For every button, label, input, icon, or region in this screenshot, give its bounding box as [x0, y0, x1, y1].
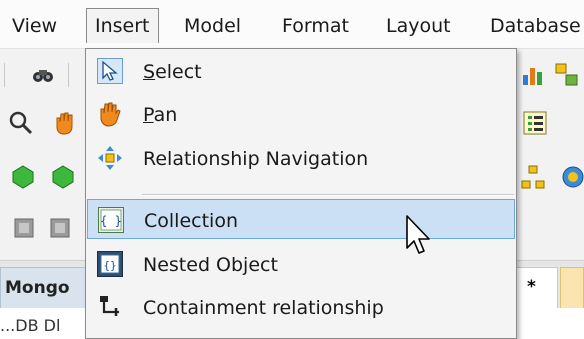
toolbar-separator [4, 63, 5, 87]
tab-mongo-label: Mongo [5, 278, 70, 298]
insert-dropdown-menu: Select Pan Relationship Navigation { } C… [85, 48, 517, 339]
menubar: View Insert Model Format Layout Database [0, 0, 584, 49]
menu-item-select[interactable]: Select [87, 51, 515, 91]
svg-text:{}: {} [103, 259, 116, 272]
gray-table-icon[interactable] [12, 216, 38, 242]
zoom-icon[interactable] [8, 110, 34, 136]
hand-icon[interactable] [52, 110, 78, 136]
globe-icon[interactable] [560, 164, 584, 190]
menu-item-collection[interactable]: { } Collection [87, 199, 515, 239]
tab-mongo[interactable]: Mongo [0, 267, 88, 309]
menu-insert[interactable]: Insert [86, 8, 159, 43]
navigation-arrows-icon [98, 146, 122, 170]
menu-database[interactable]: Database [490, 12, 581, 40]
menu-format-label: Format [282, 15, 349, 37]
menu-model-label: Model [184, 15, 242, 37]
svg-text:{ }: { } [100, 214, 122, 228]
tab-modified[interactable]: * [512, 267, 558, 309]
tab-extra[interactable] [560, 267, 584, 309]
green-hexagon-icon[interactable] [10, 164, 36, 190]
menu-item-relationship-navigation-label: Relationship Navigation [143, 148, 369, 170]
menu-item-nested-object[interactable]: {} Nested Object [87, 244, 515, 284]
menu-separator [142, 194, 514, 196]
diagram-icon[interactable] [554, 62, 580, 88]
binoculars-icon[interactable] [30, 62, 56, 88]
hierarchy-icon[interactable] [520, 164, 546, 190]
list-icon[interactable] [522, 110, 548, 136]
select-arrow-icon [97, 58, 123, 84]
menu-view[interactable]: View [12, 12, 57, 40]
nested-object-icon: {} [97, 251, 123, 277]
green-hexagon-icon[interactable] [50, 164, 76, 190]
menu-item-relationship-navigation[interactable]: Relationship Navigation [87, 138, 515, 178]
menu-insert-label: Insert [95, 15, 150, 37]
menu-item-containment-relationship[interactable]: Containment relationship [87, 287, 515, 327]
status-text: ...DB Dl [0, 316, 61, 335]
pan-label-rest: an [153, 104, 178, 126]
menu-layout-label: Layout [386, 15, 451, 37]
chart-icon[interactable] [520, 62, 546, 88]
pan-accelerator: P [143, 104, 154, 126]
tab-modified-label: * [527, 277, 536, 297]
menu-model[interactable]: Model [184, 12, 241, 40]
collection-braces-icon: { } [98, 207, 124, 233]
menu-view-label: View [12, 15, 58, 37]
mouse-pointer-icon [406, 215, 430, 254]
menu-layout[interactable]: Layout [386, 12, 451, 40]
menu-item-collection-label: Collection [144, 210, 238, 232]
menu-database-label: Database [490, 15, 581, 37]
menu-item-pan-label: Pan [143, 104, 177, 126]
hand-pan-icon [100, 102, 121, 127]
menu-item-nested-object-label: Nested Object [143, 254, 278, 276]
select-label-rest: elect [155, 61, 202, 83]
gray-table-icon[interactable] [48, 216, 74, 242]
menu-item-containment-relationship-label: Containment relationship [143, 297, 384, 319]
containment-relationship-icon [100, 296, 119, 316]
menu-item-pan[interactable]: Pan [87, 94, 515, 134]
menu-format[interactable]: Format [282, 12, 349, 40]
menu-item-select-label: Select [143, 61, 202, 83]
select-accelerator: S [143, 61, 156, 83]
toolbar-separator [68, 63, 69, 87]
